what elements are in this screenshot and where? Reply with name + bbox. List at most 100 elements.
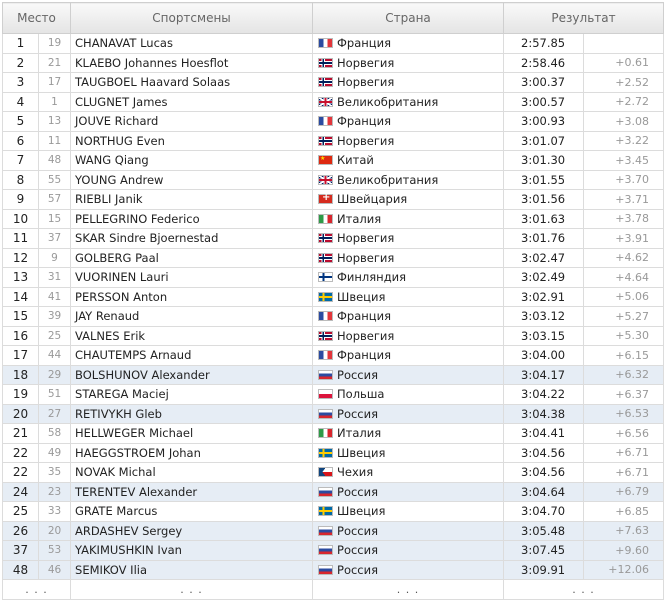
table-row: 20 27 RETIVYKH Gleb Россия 3:04.38 +6.53 — [2, 403, 665, 424]
athlete-name[interactable]: PELLEGRINO Federico — [70, 208, 314, 229]
athlete-name[interactable]: RETIVYKH Gleb — [70, 403, 314, 424]
bib-cell: 20 — [37, 520, 72, 541]
country-cell: Швейцария — [312, 189, 505, 210]
result-gap: +3.22 — [583, 130, 665, 151]
result-gap: +4.62 — [583, 247, 665, 268]
result-time: 3:01.76 — [503, 228, 585, 249]
country-name: Китай — [337, 153, 374, 168]
athlete-name[interactable]: TAUGBOEL Haavard Solaas — [70, 72, 314, 93]
country-name: Норвегия — [337, 75, 395, 90]
athlete-name[interactable]: VALNES Erik — [70, 325, 314, 346]
bib-cell: 41 — [37, 286, 72, 307]
athlete-name[interactable]: VUORINEN Lauri — [70, 267, 314, 288]
country-cell: Франция — [312, 111, 505, 132]
flag-cz-icon — [318, 467, 334, 478]
results-table: Место Спортсмены Страна Результат 1 19 CHA… — [1, 2, 665, 600]
country-cell: Польша — [312, 384, 505, 405]
bib-cell: 46 — [37, 559, 72, 580]
flag-ru-icon — [318, 564, 334, 575]
place-cell: 1 — [2, 33, 39, 54]
place-cell: 48 — [2, 559, 39, 580]
athlete-name[interactable]: ARDASHEV Sergey — [70, 520, 314, 541]
result-time: 3:01.07 — [503, 130, 585, 151]
bib-cell: 53 — [37, 540, 72, 561]
result-gap: +6.71 — [583, 462, 665, 483]
table-row: 22 35 NOVAK Michal Чехия 3:04.56 +6.71 — [2, 462, 665, 483]
place-cell: 14 — [2, 286, 39, 307]
athlete-name[interactable]: NORTHUG Even — [70, 130, 314, 151]
result-time: 3:02.91 — [503, 286, 585, 307]
flag-no-icon — [318, 135, 334, 146]
athlete-name[interactable]: YAKIMUSHKIN Ivan — [70, 540, 314, 561]
flag-ru-icon — [318, 525, 334, 536]
result-gap: +5.27 — [583, 306, 665, 327]
table-row: 12 9 GOLBERG Paal Норвегия 3:02.47 +4.62 — [2, 247, 665, 268]
athlete-name[interactable]: CHANAVAT Lucas — [70, 33, 314, 54]
athlete-name[interactable]: RIEBLI Janik — [70, 189, 314, 210]
column-header-place[interactable]: Место — [1, 2, 72, 34]
table-row: 26 20 ARDASHEV Sergey Россия 3:05.48 +7.63 — [2, 520, 665, 541]
result-time: 3:03.15 — [503, 325, 585, 346]
athlete-name[interactable]: SEMIKOV Ilia — [70, 559, 314, 580]
country-cell: Норвегия — [312, 72, 505, 93]
country-cell: Италия — [312, 423, 505, 444]
place-cell: 20 — [2, 403, 39, 424]
result-gap — [583, 33, 665, 54]
athlete-name[interactable]: HELLWEGER Michael — [70, 423, 314, 444]
bib-cell: 9 — [37, 247, 72, 268]
bib-cell: 15 — [37, 208, 72, 229]
country-cell: Норвегия — [312, 228, 505, 249]
country-name: Россия — [337, 367, 379, 382]
athlete-name[interactable]: NOVAK Michal — [70, 462, 314, 483]
athlete-name[interactable]: HAEGGSTROEM Johan — [70, 442, 314, 463]
column-header-result[interactable]: Результат — [503, 2, 665, 34]
athlete-name[interactable]: PERSSON Anton — [70, 286, 314, 307]
athlete-name[interactable]: TERENTEV Alexander — [70, 481, 314, 502]
bib-cell: 25 — [37, 325, 72, 346]
place-cell: 2 — [2, 52, 39, 73]
flag-ru-icon — [318, 486, 334, 497]
country-cell: Китай — [312, 150, 505, 171]
country-name: Франция — [337, 348, 392, 363]
country-name: Чехия — [337, 465, 374, 480]
flag-ru-icon — [318, 369, 334, 380]
result-time: 3:01.30 — [503, 150, 585, 171]
country-cell: Великобритания — [312, 169, 505, 190]
place-cell: 16 — [2, 325, 39, 346]
athlete-name[interactable]: STAREGA Maciej — [70, 384, 314, 405]
country-cell: Швеция — [312, 501, 505, 522]
result-time: 3:02.47 — [503, 247, 585, 268]
result-time: 3:04.41 — [503, 423, 585, 444]
athlete-name[interactable]: KLAEBO Johannes Hoesflot — [70, 52, 314, 73]
flag-fr-icon — [318, 116, 334, 127]
country-cell: Италия — [312, 208, 505, 229]
column-header-athletes[interactable]: Спортсмены — [70, 2, 314, 34]
athlete-name[interactable]: BOLSHUNOV Alexander — [70, 364, 314, 385]
athlete-name[interactable]: YOUNG Andrew — [70, 169, 314, 190]
table-row: 21 58 HELLWEGER Michael Италия 3:04.41 +6.56 — [2, 423, 665, 444]
place-cell: 22 — [2, 462, 39, 483]
country-cell: Норвегия — [312, 130, 505, 151]
result-gap: +6.37 — [583, 384, 665, 405]
result-gap: +6.53 — [583, 403, 665, 424]
country-name: Россия — [337, 406, 379, 421]
result-time: 2:57.85 — [503, 33, 585, 54]
athlete-name[interactable]: JOUVE Richard — [70, 111, 314, 132]
result-gap: +9.60 — [583, 540, 665, 561]
country-name: Россия — [337, 484, 379, 499]
athlete-name[interactable]: CLUGNET James — [70, 91, 314, 112]
result-gap: +2.52 — [583, 72, 665, 93]
athlete-name[interactable]: JAY Renaud — [70, 306, 314, 327]
athlete-name[interactable]: SKAR Sindre Bjoernestad — [70, 228, 314, 249]
table-row: 4 1 CLUGNET James Великобритания 3:00.57 +2.7… — [2, 91, 665, 112]
flag-ru-icon — [318, 408, 334, 419]
athlete-name[interactable]: GRATE Marcus — [70, 501, 314, 522]
result-gap: +6.71 — [583, 442, 665, 463]
table-row: 14 41 PERSSON Anton Швеция 3:02.91 +5.06 — [2, 286, 665, 307]
athlete-name[interactable]: WANG Qiang — [70, 150, 314, 171]
athlete-name[interactable]: CHAUTEMPS Arnaud — [70, 345, 314, 366]
table-row: 22 49 HAEGGSTROEM Johan Швеция 3:04.56 +6.71 — [2, 442, 665, 463]
column-header-country[interactable]: Страна — [312, 2, 505, 34]
athlete-name[interactable]: GOLBERG Paal — [70, 247, 314, 268]
result-time: 3:00.93 — [503, 111, 585, 132]
